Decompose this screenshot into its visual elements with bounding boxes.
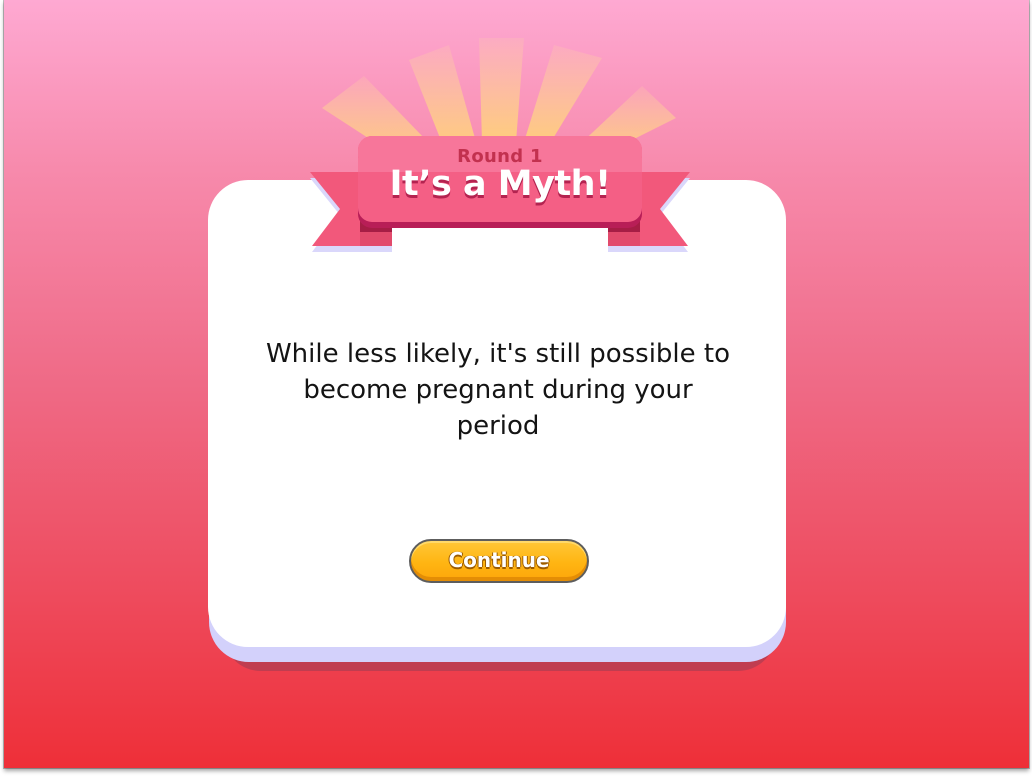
game-screen: Round 1 It’s a Myth! While less likely, …	[4, 0, 1029, 768]
fact-message: While less likely, it's still possible t…	[265, 339, 731, 441]
continue-button[interactable]: Continue	[409, 539, 589, 583]
result-headline: It’s a Myth!	[389, 164, 611, 204]
continue-button-label: Continue	[448, 548, 550, 572]
